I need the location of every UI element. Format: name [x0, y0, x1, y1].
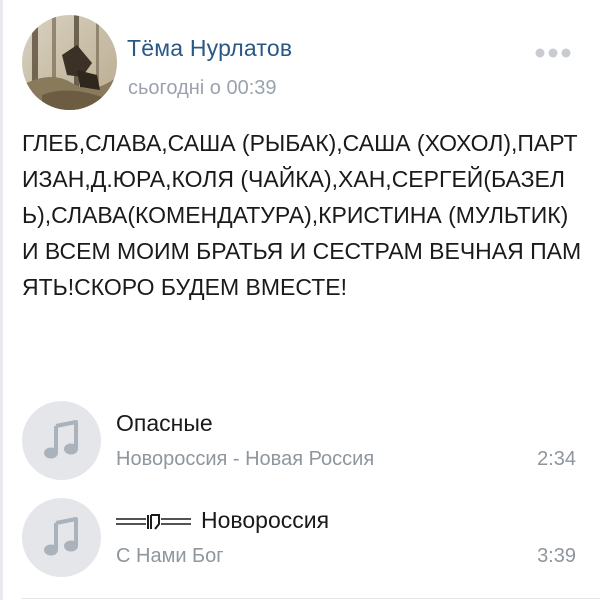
- track-title-row: Новороссия: [116, 507, 329, 534]
- music-note-icon: [44, 420, 78, 459]
- avatar[interactable]: [22, 15, 117, 110]
- track-title: Опасные: [116, 410, 213, 436]
- track-artist: С Нами Бог: [116, 545, 224, 567]
- track-artist: Новороссия - Новая Россия: [116, 448, 375, 470]
- play-button[interactable]: [22, 498, 101, 577]
- play-button[interactable]: [22, 401, 101, 480]
- author-name[interactable]: Тёма Нурлатов: [127, 35, 292, 62]
- post-header: Тёма Нурлатов сьогодні о 00:39: [0, 0, 600, 120]
- post-text: ГЛЕБ,СЛАВА,САША (РЫБАК),САША (ХОХОЛ),ПАР…: [22, 130, 582, 300]
- more-dots-icon[interactable]: [535, 45, 571, 58]
- divider: [22, 598, 600, 599]
- track-duration: 2:34: [537, 448, 576, 470]
- audio-track[interactable]: Опасные Новороссия - Новая Россия 2:34: [0, 400, 600, 484]
- post-card: Тёма Нурлатов сьогодні о 00:39 ГЛЕБ,СЛАВ…: [0, 0, 600, 600]
- track-duration: 3:39: [537, 545, 576, 567]
- cross-emblem-icon: [116, 513, 191, 530]
- music-note-icon: [44, 517, 78, 556]
- track-title: Новороссия: [201, 507, 330, 533]
- post-date[interactable]: сьогодні о 00:39: [128, 77, 277, 100]
- audio-track[interactable]: Новороссия С Нами Бог 3:39: [0, 497, 600, 581]
